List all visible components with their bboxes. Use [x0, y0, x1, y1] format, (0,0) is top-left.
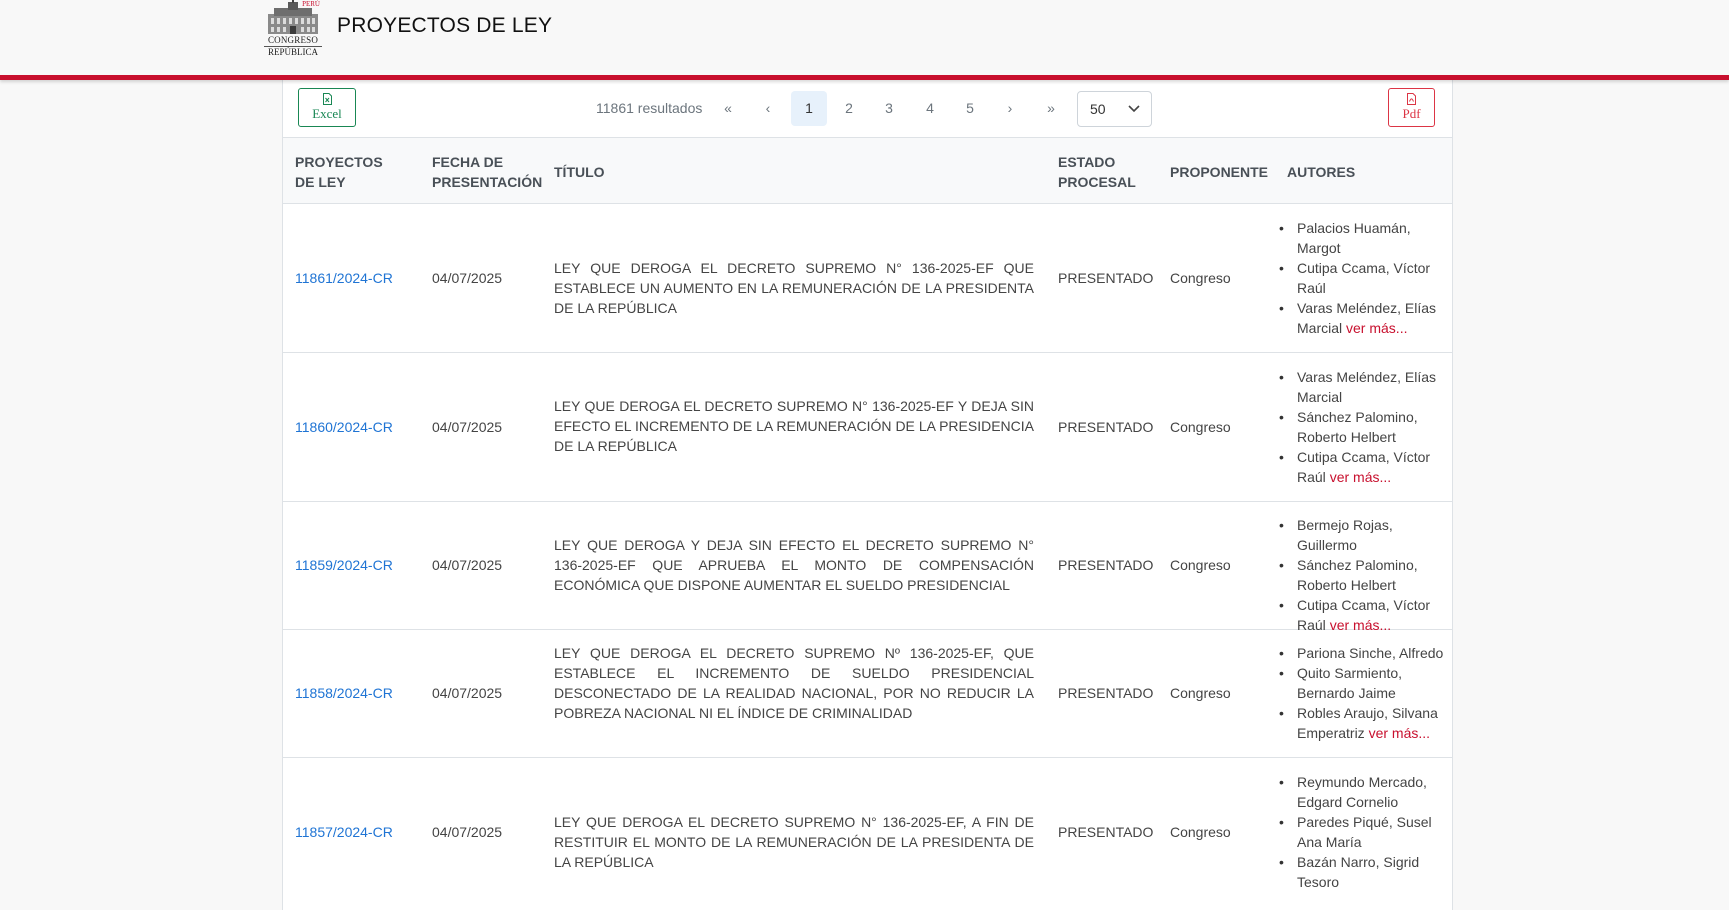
pdf-label: Pdf	[1402, 106, 1421, 121]
congreso-logo[interactable]: PERÚ CONGRESO REPÚBLICA	[264, 0, 322, 60]
autores-list: Palacios Huamán, Margot Cutipa Ccama, Ví…	[1277, 218, 1447, 338]
proyecto-link[interactable]: 11858/2024-CR	[295, 683, 393, 703]
page-button-1[interactable]: 1	[791, 91, 827, 126]
proponente: Congreso	[1170, 557, 1231, 573]
file-pdf-icon	[1389, 93, 1434, 106]
titulo-text: LEY QUE DEROGA EL DECRETO SUPREMO N° 136…	[554, 398, 1034, 454]
autor-item: Reymundo Mercado, Edgard Cornelio	[1277, 772, 1447, 812]
titulo-text: LEY QUE DEROGA EL DECRETO SUPREMO Nº 136…	[554, 645, 1034, 721]
autores-list: Pariona Sinche, Alfredo Quito Sarmiento,…	[1277, 643, 1447, 743]
page-button-2[interactable]: 2	[831, 91, 867, 126]
proyecto-link[interactable]: 11859/2024-CR	[295, 555, 393, 575]
autor-item: Varas Meléndez, Elías Marcial ver más...	[1277, 298, 1447, 338]
estado-procesal: PRESENTADO	[1058, 419, 1154, 435]
fecha-presentacion: 04/07/2025	[432, 270, 503, 286]
column-header-proyectos[interactable]: PROYECTOS DE LEY	[295, 152, 405, 192]
table-row: 11861/2024-CR 04/07/2025 LEY QUE DEROGA …	[283, 204, 1452, 353]
autor-item: Bermejo Rojas, Guillermo	[1277, 515, 1447, 555]
autor-item: Robles Araujo, Silvana Emperatriz ver má…	[1277, 703, 1447, 743]
chevron-right-icon: ›	[1007, 100, 1013, 116]
proyecto-link[interactable]: 11861/2024-CR	[295, 268, 393, 288]
autor-item: Palacios Huamán, Margot	[1277, 218, 1447, 258]
estado-procesal: PRESENTADO	[1058, 270, 1154, 286]
ver-mas-link[interactable]: ver más...	[1346, 320, 1407, 336]
page-title: PROYECTOS DE LEY	[337, 14, 553, 37]
page-button-3[interactable]: 3	[871, 91, 907, 126]
next-page-button[interactable]: ›	[992, 91, 1028, 126]
autor-item: Sánchez Palomino, Roberto Helbert	[1277, 555, 1447, 595]
column-header-titulo[interactable]: TÍTULO	[554, 162, 654, 182]
proponente: Congreso	[1170, 824, 1231, 840]
table-row: 11857/2024-CR 04/07/2025 LEY QUE DEROGA …	[283, 758, 1452, 908]
autor-item: Sánchez Palomino, Roberto Helbert	[1277, 407, 1447, 447]
autor-item: Cutipa Ccama, Víctor Raúl ver más...	[1277, 447, 1447, 487]
table-header: PROYECTOS DE LEY FECHA DE PRESENTACIÓN T…	[283, 138, 1452, 204]
estado-procesal: PRESENTADO	[1058, 557, 1154, 573]
logo-country: PERÚ	[302, 0, 320, 8]
results-count: 11861 resultados	[596, 100, 703, 116]
fecha-presentacion: 04/07/2025	[432, 419, 503, 435]
table-row: 11860/2024-CR 04/07/2025 LEY QUE DEROGA …	[283, 353, 1452, 502]
autor-item: Cutipa Ccama, Víctor Raúl ver más...	[1277, 595, 1447, 635]
autor-item: Quito Sarmiento, Bernardo Jaime	[1277, 663, 1447, 703]
estado-procesal: PRESENTADO	[1058, 685, 1154, 701]
table-row: 11858/2024-CR 04/07/2025 LEY QUE DEROGA …	[283, 630, 1452, 758]
chevron-left-icon: ‹	[765, 100, 771, 116]
autor-item: Bazán Narro, Sigrid Tesoro	[1277, 852, 1447, 892]
page-button-4[interactable]: 4	[912, 91, 948, 126]
double-chevron-right-icon: »	[1047, 100, 1055, 116]
titulo-text: LEY QUE DEROGA EL DECRETO SUPREMO N° 136…	[554, 814, 1034, 870]
last-page-button[interactable]: »	[1033, 91, 1069, 126]
double-chevron-left-icon: «	[724, 100, 732, 116]
logo-text-republica: REPÚBLICA	[267, 47, 318, 57]
top-header: PERÚ CONGRESO REPÚBLICA PROYECTOS DE LEY	[0, 0, 1729, 80]
ver-mas-link[interactable]: ver más...	[1369, 725, 1430, 741]
autor-item: Paredes Piqué, Susel Ana María	[1277, 812, 1447, 852]
proponente: Congreso	[1170, 685, 1231, 701]
proyecto-link[interactable]: 11857/2024-CR	[295, 822, 393, 842]
column-header-fecha[interactable]: FECHA DE PRESENTACIÓN	[432, 152, 542, 192]
excel-label: Excel	[312, 106, 342, 121]
excel-export-button[interactable]: Excel	[298, 88, 356, 127]
per-page-value: 50	[1090, 101, 1106, 117]
proponente: Congreso	[1170, 270, 1231, 286]
ver-mas-link[interactable]: ver más...	[1330, 469, 1391, 485]
autores-list: Reymundo Mercado, Edgard Cornelio Parede…	[1277, 772, 1447, 892]
chevron-down-icon	[1127, 92, 1141, 139]
results-card: Excel 11861 resultados « ‹ 1 2 3 4 5 › »…	[282, 80, 1453, 910]
prev-page-button[interactable]: ‹	[750, 91, 786, 126]
column-header-autores[interactable]: AUTORES	[1287, 162, 1387, 182]
logo-text-congreso: CONGRESO	[264, 35, 322, 47]
titulo-text: LEY QUE DEROGA EL DECRETO SUPREMO N° 136…	[554, 260, 1034, 316]
proyecto-link[interactable]: 11860/2024-CR	[295, 417, 393, 437]
fecha-presentacion: 04/07/2025	[432, 685, 503, 701]
proponente: Congreso	[1170, 419, 1231, 435]
page-button-5[interactable]: 5	[952, 91, 988, 126]
column-header-estado[interactable]: ESTADO PROCESAL	[1058, 152, 1148, 192]
autor-item: Cutipa Ccama, Víctor Raúl	[1277, 258, 1447, 298]
file-excel-icon	[299, 93, 355, 106]
toolbar: Excel 11861 resultados « ‹ 1 2 3 4 5 › »…	[283, 80, 1452, 138]
fecha-presentacion: 04/07/2025	[432, 824, 503, 840]
autor-item: Pariona Sinche, Alfredo	[1277, 643, 1447, 663]
table-row: 11859/2024-CR 04/07/2025 LEY QUE DEROGA …	[283, 502, 1452, 633]
autor-item: Varas Meléndez, Elías Marcial	[1277, 367, 1447, 407]
titulo-text: LEY QUE DEROGA Y DEJA SIN EFECTO EL DECR…	[554, 537, 1034, 593]
first-page-button[interactable]: «	[710, 91, 746, 126]
estado-procesal: PRESENTADO	[1058, 824, 1154, 840]
autores-list: Varas Meléndez, Elías Marcial Sánchez Pa…	[1277, 367, 1447, 487]
fecha-presentacion: 04/07/2025	[432, 557, 503, 573]
autores-list: Bermejo Rojas, Guillermo Sánchez Palomin…	[1277, 515, 1447, 635]
per-page-select[interactable]: 50	[1077, 91, 1152, 127]
pdf-export-button[interactable]: Pdf	[1388, 88, 1435, 127]
column-header-proponente[interactable]: PROPONENTE	[1170, 162, 1270, 182]
